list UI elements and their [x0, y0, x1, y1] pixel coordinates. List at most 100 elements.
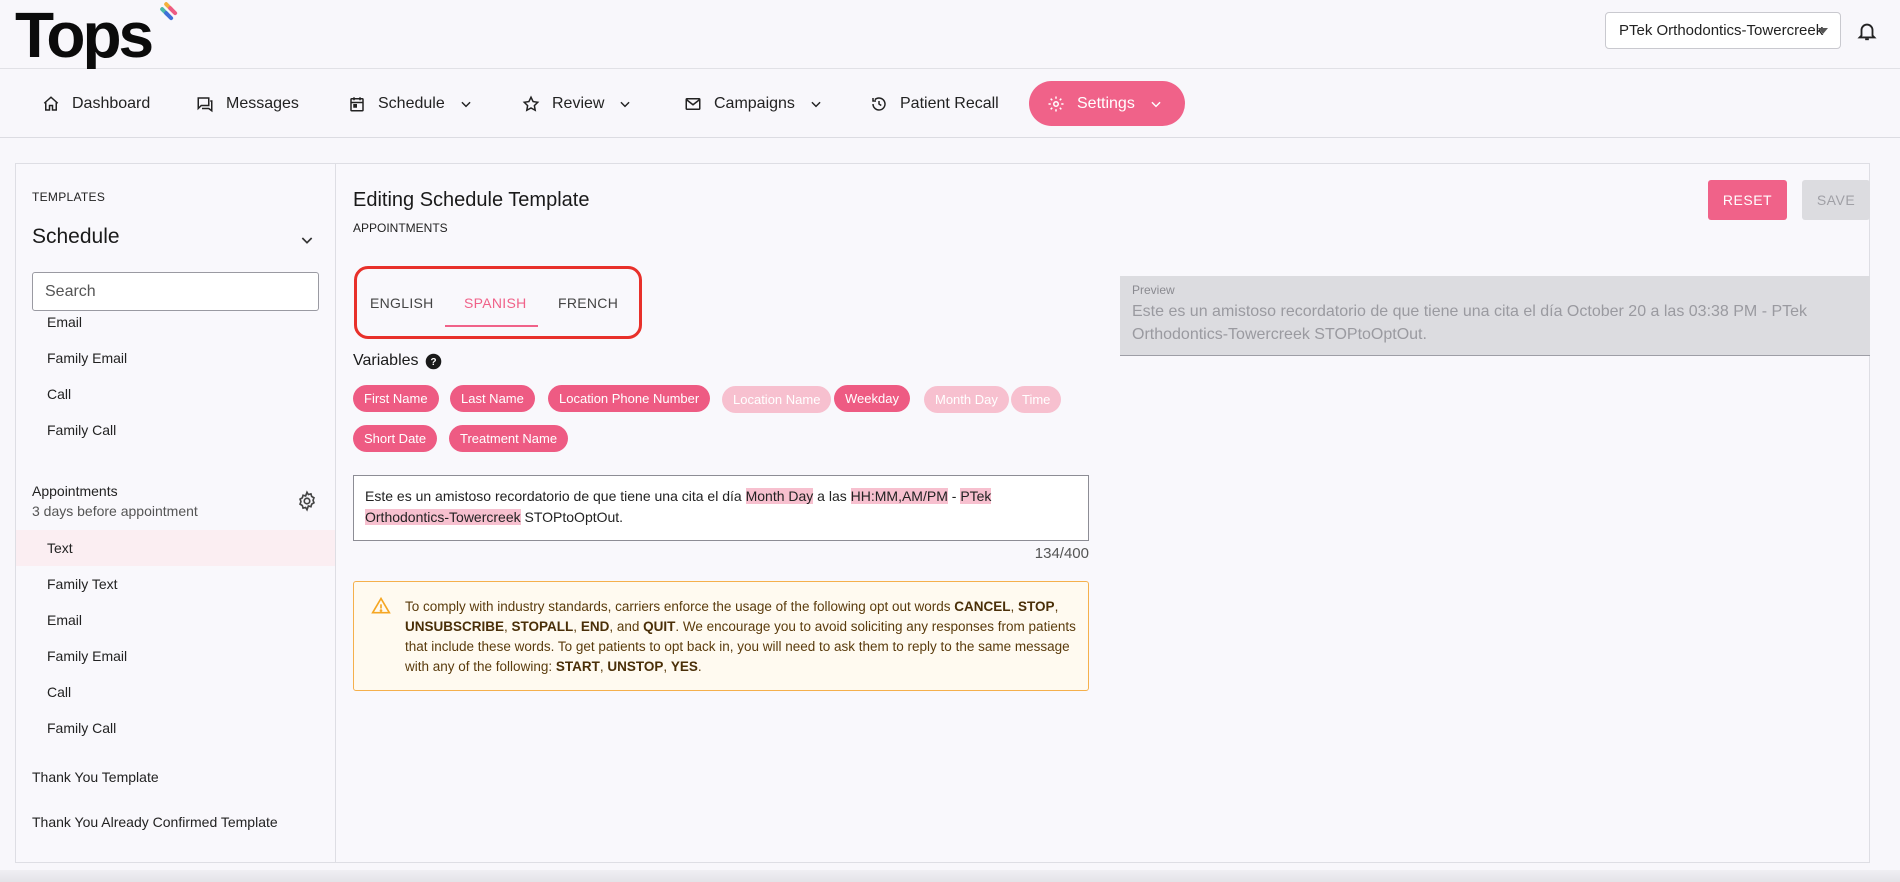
sidebar-group-title: Appointments	[32, 483, 118, 499]
opt-in-word: START	[555, 659, 600, 674]
tab-spanish[interactable]: SPANISH	[464, 295, 527, 311]
sidebar-item-family-call[interactable]: Family Call	[47, 720, 116, 736]
preview-label: Preview	[1132, 283, 1175, 297]
sidebar-item-text[interactable]: Text	[47, 540, 73, 556]
star-icon	[522, 95, 540, 112]
message-text: STOPtoOptOut.	[520, 509, 624, 525]
opt-out-word: END	[580, 619, 610, 634]
nav-schedule-label: Schedule	[378, 94, 445, 112]
nav-campaigns[interactable]: Campaigns	[684, 81, 823, 126]
sidebar-item-family-email[interactable]: Family Email	[47, 350, 127, 366]
opt-in-word: UNSTOP	[607, 659, 664, 674]
nav-patient-recall[interactable]: Patient Recall	[870, 81, 999, 126]
warning-text-part: ,	[573, 619, 581, 634]
warning-text-part: , and	[609, 619, 644, 634]
tab-french[interactable]: FRENCH	[558, 295, 618, 311]
nav-review[interactable]: Review	[522, 81, 632, 126]
chevron-down-icon	[461, 101, 471, 107]
caret-down-icon	[1818, 28, 1828, 34]
nav-messages[interactable]: Messages	[196, 81, 299, 126]
sidebar-item-call[interactable]: Call	[47, 386, 71, 402]
message-textarea[interactable]: Este es un amistoso recordatorio de que …	[353, 475, 1089, 541]
svg-text:?: ?	[430, 357, 436, 368]
nav-review-label: Review	[552, 94, 605, 112]
location-select[interactable]: PTek Orthodontics-Towercreek	[1605, 12, 1841, 49]
opt-out-word: QUIT	[643, 619, 676, 634]
language-tabs: ENGLISH SPANISH FRENCH	[354, 266, 642, 339]
message-text: Este es un amistoso recordatorio de que …	[365, 488, 746, 504]
nav-dashboard-label: Dashboard	[72, 94, 151, 112]
message-variable: Month Day	[745, 488, 814, 504]
sidebar-group-subtitle: 3 days before appointment	[32, 503, 198, 519]
variable-chip-short-date[interactable]: Short Date	[353, 425, 438, 452]
variable-chip-weekday[interactable]: Weekday	[834, 385, 910, 412]
warning-text-part: ,	[1010, 599, 1019, 614]
message-preview: Preview Este es un amistoso recordatorio…	[1120, 276, 1870, 356]
warning-icon	[371, 596, 391, 614]
warning-text-part: ,	[663, 659, 671, 674]
character-count: 134/400	[1034, 545, 1089, 562]
warning-text-part: .	[697, 659, 702, 674]
save-button[interactable]: SAVE	[1802, 180, 1870, 220]
warning-text: To comply with industry standards, carri…	[405, 597, 1080, 677]
location-select-value: PTek Orthodontics-Towercreek	[1619, 22, 1824, 39]
sidebar-item-email[interactable]: Email	[47, 314, 82, 330]
reset-button[interactable]: RESET	[1708, 180, 1787, 220]
gear-icon	[1048, 96, 1064, 111]
page-bottom-edge	[0, 870, 1900, 882]
message-text: a las	[813, 488, 851, 504]
templates-sidebar: TEMPLATES Schedule Email Family Email Ca…	[16, 164, 336, 862]
tab-english[interactable]: ENGLISH	[370, 295, 434, 311]
template-search-input[interactable]	[32, 272, 319, 311]
sidebar-item-email[interactable]: Email	[47, 612, 82, 628]
chevron-down-icon	[1151, 101, 1161, 107]
help-icon[interactable]: ?	[425, 353, 442, 370]
bell-icon[interactable]	[1856, 20, 1878, 42]
variable-chip-treatment-name[interactable]: Treatment Name	[449, 425, 569, 452]
sidebar-item-thank-you-confirmed[interactable]: Thank You Already Confirmed Template	[32, 814, 278, 830]
sidebar-item-family-text[interactable]: Family Text	[47, 576, 118, 592]
sidebar-item-thank-you[interactable]: Thank You Template	[32, 769, 159, 785]
variable-chip-location-phone-number[interactable]: Location Phone Number	[548, 385, 711, 412]
template-editor-panel: TEMPLATES Schedule Email Family Email Ca…	[15, 163, 1870, 863]
warning-text-part: ,	[1054, 599, 1059, 614]
variable-chip-last-name[interactable]: Last Name	[450, 385, 535, 412]
opt-out-warning: To comply with industry standards, carri…	[353, 581, 1089, 691]
logo-mark-icon	[160, 2, 178, 21]
variable-chip-month-day: Month Day	[924, 386, 1009, 413]
home-icon	[43, 95, 59, 111]
active-tab-indicator	[445, 325, 538, 327]
message-text: -	[947, 488, 961, 504]
logo[interactable]: Tops	[15, 0, 178, 71]
nav-dashboard[interactable]: Dashboard	[42, 81, 150, 126]
opt-in-word: YES	[670, 659, 698, 674]
opt-out-word: STOPALL	[511, 619, 574, 634]
top-bar: Tops PTek Orthodontics-Towercreek	[0, 0, 1900, 69]
nav-campaigns-label: Campaigns	[714, 94, 795, 112]
logo-text: Tops	[15, 0, 154, 71]
gear-icon[interactable]	[296, 490, 318, 512]
opt-out-word: UNSUBSCRIBE	[405, 619, 505, 634]
chevron-down-icon	[811, 101, 821, 107]
nav-schedule[interactable]: Schedule	[348, 81, 473, 126]
mail-icon	[685, 97, 701, 110]
variable-chip-location-name: Location Name	[722, 386, 832, 413]
variables-heading: Variables ?	[353, 352, 442, 370]
calendar-icon	[350, 96, 364, 111]
opt-out-word: STOP	[1018, 599, 1055, 614]
sidebar-item-family-email[interactable]: Family Email	[47, 648, 127, 664]
nav-messages-label: Messages	[226, 94, 299, 112]
warning-text-part: ,	[504, 619, 512, 634]
sidebar-heading: TEMPLATES	[32, 190, 106, 204]
variable-chip-first-name[interactable]: First Name	[353, 385, 439, 412]
main-nav: Dashboard Messages Schedule Review Campa…	[0, 69, 1900, 138]
sidebar-item-family-call[interactable]: Family Call	[47, 422, 116, 438]
messages-icon	[197, 96, 213, 112]
chevron-down-icon[interactable]	[299, 232, 315, 248]
template-category-select[interactable]: Schedule	[32, 225, 120, 249]
variables-label: Variables	[353, 352, 419, 369]
variable-chip-time: Time	[1011, 386, 1062, 413]
message-variable: HH:MM,AM/PM	[850, 488, 948, 504]
sidebar-item-call[interactable]: Call	[47, 684, 71, 700]
nav-settings[interactable]: Settings	[1029, 81, 1185, 126]
